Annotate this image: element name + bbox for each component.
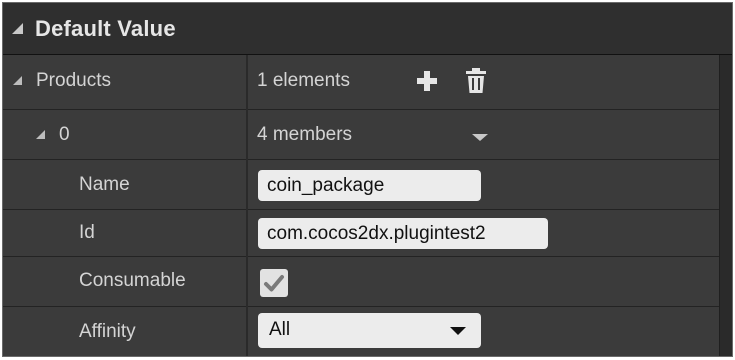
products-label: Products: [36, 70, 111, 91]
consumable-label: Consumable: [79, 270, 186, 291]
affinity-row: Affinity All: [3, 307, 732, 356]
section-title: Default Value: [35, 16, 176, 41]
products-row: Products 1 elements: [3, 55, 732, 110]
name-row: Name coin_package: [3, 160, 732, 210]
id-label: Id: [79, 222, 95, 243]
affinity-dropdown[interactable]: All: [258, 313, 481, 348]
chevron-down-icon: [450, 327, 466, 335]
scrollbar-track[interactable]: [719, 55, 732, 356]
products-expand-icon[interactable]: [13, 76, 22, 85]
products-count: 1 elements: [257, 70, 350, 91]
details-panel: Default Value Products 1 elements 0 4 me…: [2, 2, 733, 357]
consumable-checkbox[interactable]: [260, 269, 288, 297]
element-members-count: 4 members: [257, 124, 353, 145]
members-dropdown-arrow-icon[interactable]: [472, 134, 488, 141]
checkmark-icon: [264, 275, 284, 292]
affinity-value: All: [269, 319, 291, 340]
element-index: 0: [59, 124, 70, 145]
consumable-row: Consumable: [3, 257, 732, 307]
id-row: Id com.cocos2dx.plugintest2: [3, 210, 732, 257]
section-header[interactable]: Default Value: [3, 3, 732, 55]
name-label: Name: [79, 174, 130, 195]
id-field[interactable]: com.cocos2dx.plugintest2: [258, 218, 548, 249]
column-divider[interactable]: [246, 55, 248, 356]
element-expand-icon[interactable]: [36, 130, 45, 139]
collapse-triangle-icon[interactable]: [12, 23, 23, 34]
element-0-row: 0 4 members: [3, 110, 732, 160]
name-field[interactable]: coin_package: [258, 170, 481, 201]
affinity-label: Affinity: [79, 321, 136, 342]
plus-icon[interactable]: [416, 70, 438, 92]
trash-icon[interactable]: [465, 68, 487, 94]
